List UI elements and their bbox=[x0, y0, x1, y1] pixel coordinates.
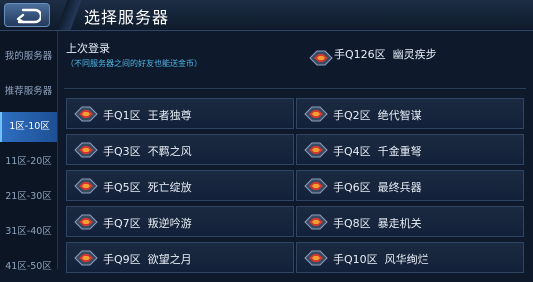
back-arrow-icon bbox=[16, 8, 41, 24]
server-emblem-icon bbox=[304, 106, 328, 122]
server-card[interactable]: 手Q7区 叛逆吟游 bbox=[66, 206, 294, 237]
server-emblem-icon bbox=[304, 214, 328, 230]
server-card[interactable]: 手Q1区 王者独尊 bbox=[66, 98, 294, 129]
sidebar-item-11-20[interactable]: 11区-20区 bbox=[0, 147, 57, 177]
server-emblem-icon bbox=[74, 106, 98, 122]
server-emblem-icon bbox=[74, 142, 98, 158]
last-server-text: 手Q126区 幽灵疾步 bbox=[334, 48, 437, 61]
server-card[interactable]: 手Q2区 绝代智谋 bbox=[296, 98, 524, 129]
server-emblem-icon bbox=[74, 250, 98, 266]
sidebar-item-recommended[interactable]: 推荐服务器 bbox=[0, 77, 57, 107]
server-emblem-icon bbox=[304, 178, 328, 194]
server-emblem-icon bbox=[304, 142, 328, 158]
sidebar: 我的服务器 推荐服务器 1区-10区 11区-20区 21区-30区 31区-4… bbox=[0, 31, 58, 272]
sidebar-item-21-30[interactable]: 21区-30区 bbox=[0, 182, 57, 212]
server-emblem-icon bbox=[74, 214, 98, 230]
top-bar: 选择服务器 bbox=[0, 0, 533, 31]
server-card[interactable]: 手Q3区 不羁之风 bbox=[66, 134, 294, 165]
server-emblem-icon bbox=[74, 178, 98, 194]
back-button[interactable] bbox=[4, 3, 50, 27]
divider bbox=[64, 88, 526, 89]
page-title: 选择服务器 bbox=[84, 8, 170, 27]
server-card[interactable]: 手Q10区 风华绚烂 bbox=[296, 242, 524, 273]
server-emblem-icon bbox=[304, 250, 328, 266]
sidebar-item-41-50[interactable]: 41区-50区 bbox=[0, 252, 57, 282]
main-panel: 上次登录 （不同服务器之间的好友也能送金币） 手Q126区 幽灵疾步 手Q1区 王者… bbox=[58, 31, 533, 273]
last-login-note: （不同服务器之间的好友也能送金币） bbox=[66, 59, 202, 68]
server-card[interactable]: 手Q8区 暴走机关 bbox=[296, 206, 524, 237]
sidebar-item-my-servers[interactable]: 我的服务器 bbox=[0, 42, 57, 72]
server-card[interactable]: 手Q9区 欲望之月 bbox=[66, 242, 294, 273]
server-card[interactable]: 手Q6区 最终兵器 bbox=[296, 170, 524, 201]
last-login-server[interactable]: 手Q126区 幽灵疾步 bbox=[302, 43, 522, 66]
sidebar-item-31-40[interactable]: 31区-40区 bbox=[0, 217, 57, 247]
server-card[interactable]: 手Q5区 死亡绽放 bbox=[66, 170, 294, 201]
server-card[interactable]: 手Q4区 千金重弩 bbox=[296, 134, 524, 165]
title-decoration bbox=[56, 0, 82, 30]
last-login-label: 上次登录 bbox=[66, 42, 110, 55]
sidebar-item-1-10[interactable]: 1区-10区 bbox=[0, 112, 57, 142]
server-emblem-icon bbox=[309, 50, 333, 66]
